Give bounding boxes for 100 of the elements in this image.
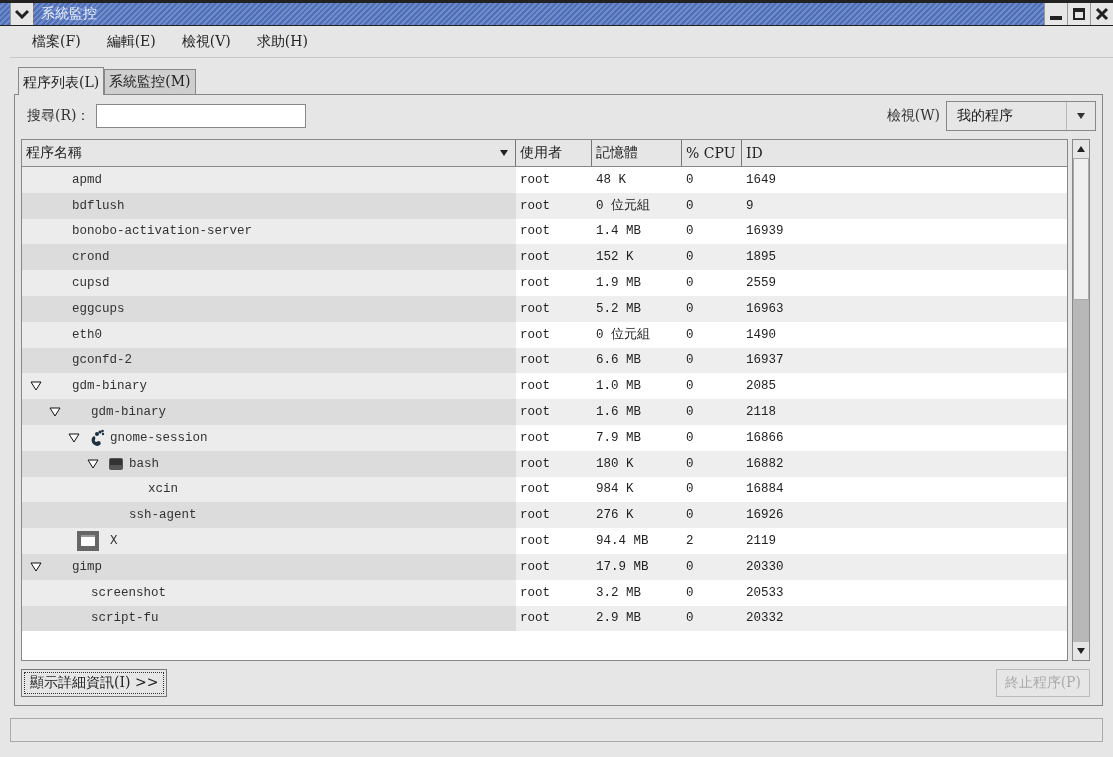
table-cell-text: 20330 — [745, 559, 785, 574]
window-icon — [77, 531, 99, 552]
window-menu-button[interactable] — [10, 3, 33, 25]
process-name: gnome-session — [110, 430, 208, 445]
table-cell-text: 1.4 MB — [595, 224, 642, 239]
chevron-icon — [15, 9, 29, 19]
process-name: eggcups — [72, 301, 125, 316]
process-name: X — [110, 534, 118, 549]
column-header[interactable]: % CPU — [682, 140, 742, 166]
table-cell-text: 7.9 MB — [595, 430, 642, 445]
process-name: bash — [129, 456, 159, 471]
window-title: 系統監控 — [41, 5, 97, 23]
scroll-down-icon[interactable] — [1076, 647, 1086, 655]
table-cell-text: 3.2 MB — [595, 585, 642, 600]
details-button[interactable]: 顯示詳細資訊(I) >> — [21, 669, 168, 697]
table-cell-text: 180 K — [595, 456, 635, 471]
process-name: crond — [72, 250, 110, 265]
table-cell-text: 0 — [685, 456, 695, 471]
table-cell-text: 16963 — [745, 301, 785, 316]
table-cell-text: root — [519, 585, 551, 600]
table-cell-text: 2.9 MB — [595, 611, 642, 626]
table-cell-text: 0 — [685, 172, 695, 187]
process-name: eth0 — [72, 327, 102, 342]
table-cell-text: 17.9 MB — [595, 559, 650, 574]
table-cell-text: root — [519, 405, 551, 420]
table-cell-text: 20332 — [745, 611, 785, 626]
table-cell-text: 0 — [685, 585, 695, 600]
maximize-icon — [1072, 7, 1086, 21]
process-name: ssh-agent — [129, 508, 197, 523]
table-row[interactable]: script-fu root 2.9 MB 0 20332 — [22, 605, 1067, 632]
table-cell-text: 2 — [685, 534, 695, 549]
menu-item[interactable]: 編輯(E) — [106, 33, 156, 51]
terminal-icon — [108, 455, 124, 472]
table-cell-text: 0 — [685, 611, 695, 626]
table-cell-text: 16884 — [745, 482, 785, 497]
table-cell-text: root — [519, 276, 551, 291]
table-cell-text: root — [519, 508, 551, 523]
table-row[interactable]: gdm-binary root 1.6 MB 0 2118 — [22, 399, 1067, 425]
vertical-scrollbar[interactable] — [1072, 139, 1090, 661]
table-cell-text: 94.4 MB — [595, 534, 650, 549]
table-cell-text: 0 — [685, 430, 695, 445]
table-cell-text: 2118 — [745, 405, 777, 420]
process-name: gimp — [72, 559, 102, 574]
process-name: gconfd-2 — [72, 353, 132, 368]
process-name: bdflush — [72, 198, 125, 213]
table-cell-text: 16882 — [745, 456, 785, 471]
table-cell-text: root — [519, 611, 551, 626]
table-cell-text: 1.0 MB — [595, 379, 642, 394]
minimize-button[interactable] — [1044, 3, 1067, 25]
column-header[interactable]: 使用者 — [516, 140, 592, 166]
table-row[interactable]: gimp root 17.9 MB 0 20330 — [22, 553, 1067, 580]
table-row[interactable]: ssh-agent root 276 K 0 16926 — [22, 502, 1067, 529]
menu-item[interactable]: 檔案(F) — [32, 33, 81, 51]
expanded-triangle-icon[interactable] — [87, 458, 99, 469]
tab[interactable]: 系統監控(M) — [104, 69, 196, 94]
table-cell-text: 1490 — [745, 327, 777, 342]
dropdown-value: 我的程序 — [956, 107, 1014, 125]
menu-item[interactable]: 求助(H) — [256, 33, 308, 51]
column-header[interactable]: 程序名稱 — [22, 140, 516, 166]
expanded-triangle-icon[interactable] — [30, 561, 42, 572]
table-cell-text: root — [519, 172, 551, 187]
table-cell-text: 1895 — [745, 250, 777, 265]
table-cell-text: 0 — [685, 276, 695, 291]
table-cell-text: 0 — [685, 559, 695, 574]
table-cell-text: root — [519, 456, 551, 471]
table-cell-text: 0 — [685, 353, 695, 368]
view-dropdown[interactable]: 我的程序 — [946, 101, 1096, 131]
scroll-thumb[interactable] — [1073, 158, 1089, 300]
table-cell-text: root — [519, 327, 551, 342]
menu-item[interactable]: 檢視(V) — [181, 33, 231, 51]
table-cell-text: 0 — [685, 379, 695, 394]
table-row[interactable]: gconfd-2 root 6.6 MB 0 16937 — [22, 347, 1067, 374]
column-header[interactable]: 記憶體 — [592, 140, 682, 166]
expanded-triangle-icon[interactable] — [68, 432, 80, 443]
table-cell-text: 0 — [685, 250, 695, 265]
table-cell-text: root — [519, 198, 551, 213]
table-cell-text: root — [519, 534, 551, 549]
table-row[interactable]: bash root 180 K 0 16882 — [22, 450, 1067, 477]
table-cell-text: 1649 — [745, 172, 777, 187]
maximize-button[interactable] — [1067, 3, 1090, 25]
close-button[interactable] — [1090, 3, 1113, 25]
table-cell-text: 0 — [685, 508, 695, 523]
scroll-up-icon[interactable] — [1076, 145, 1086, 153]
table-row[interactable]: eggcups root 5.2 MB 0 16963 — [22, 296, 1067, 322]
expanded-triangle-icon[interactable] — [49, 407, 61, 418]
process-name: gdm-binary — [91, 405, 166, 420]
table-row[interactable]: crond root 152 K 0 1895 — [22, 244, 1067, 271]
table-cell-text: root — [519, 301, 551, 316]
process-name: script-fu — [91, 611, 159, 626]
process-name: apmd — [72, 172, 102, 187]
column-header[interactable]: ID — [742, 140, 1067, 166]
table-cell-text: 48 K — [595, 172, 627, 187]
expanded-triangle-icon[interactable] — [30, 381, 42, 392]
tab[interactable]: 程序列表(L) — [18, 67, 105, 95]
search-field[interactable] — [96, 104, 307, 128]
process-name: cupsd — [72, 276, 110, 291]
table-row[interactable]: bdflush root 0 位元組 0 9 — [22, 192, 1067, 219]
table-cell-text: 9 — [745, 198, 755, 213]
table-cell-text: 0 位元組 — [595, 326, 651, 344]
table-cell-text: 0 — [685, 405, 695, 420]
